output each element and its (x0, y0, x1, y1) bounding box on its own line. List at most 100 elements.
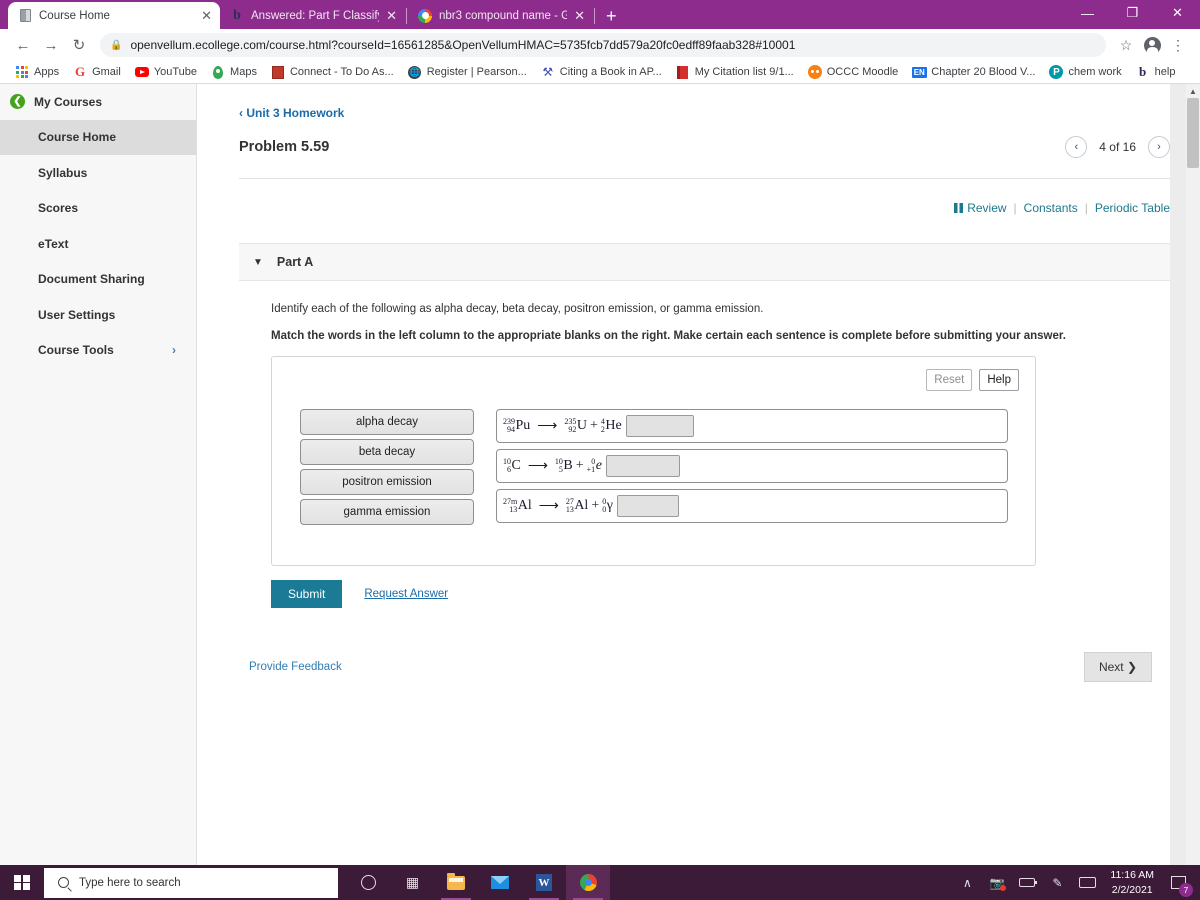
bookmark-chem-work[interactable]: P chem work (1042, 65, 1128, 79)
windows-logo-icon (14, 874, 30, 891)
bookmark-label: YouTube (153, 66, 198, 78)
help-button[interactable]: Help (979, 369, 1019, 392)
bookmark-chapter-20[interactable]: EN Chapter 20 Blood V... (905, 65, 1042, 79)
address-bar-url: openvellum.ecollege.com/course.html?cour… (130, 38, 796, 52)
isotope-numbers: 00 (602, 497, 607, 514)
draggable-word-positron-emission[interactable]: positron emission (300, 469, 474, 495)
close-window-icon[interactable]: ✕ (1155, 0, 1200, 26)
draggable-word-list: alpha decay beta decay positron emission… (300, 409, 474, 525)
show-hidden-icons-button[interactable]: ∧ (952, 865, 982, 900)
keyboard-icon[interactable] (1072, 865, 1102, 900)
bookmark-citation-list[interactable]: My Citation list 9/1... (669, 65, 801, 79)
sidebar-item-label: My Courses (34, 94, 103, 109)
bookmark-star-icon[interactable]: ☆ (1114, 33, 1138, 57)
next-problem-button[interactable]: › (1148, 136, 1170, 158)
bookmark-connect[interactable]: Connect - To Do As... (264, 65, 401, 79)
bookmark-pearson-register[interactable]: 🌐 Register | Pearson... (401, 65, 534, 79)
submit-button[interactable]: Submit (271, 580, 343, 608)
battery-icon[interactable] (1012, 865, 1042, 900)
scrollbar-thumb[interactable] (1187, 98, 1199, 168)
page-right-gutter (1170, 84, 1186, 865)
isotope-numbers: 10 5 (554, 457, 563, 474)
footer-row: Provide Feedback Next ❯ (249, 652, 1152, 682)
mail-button[interactable] (478, 865, 522, 900)
notifications-button[interactable]: 7 (1162, 865, 1194, 900)
sidebar-item-scores[interactable]: Scores (0, 191, 196, 227)
sidebar-item-syllabus[interactable]: Syllabus (0, 155, 196, 191)
sidebar-item-course-tools[interactable]: Course Tools › (0, 333, 196, 369)
bookmark-citing-apa[interactable]: ⚒ Citing a Book in AP... (534, 65, 669, 79)
new-tab-button[interactable]: + (596, 7, 627, 29)
next-button[interactable]: Next ❯ (1083, 652, 1152, 682)
browser-tab-google-search[interactable]: nbr3 compound name - Google S ✕ (408, 2, 593, 29)
plus-sign: + (591, 498, 600, 513)
reaction-arrow: ⟶ (527, 458, 548, 474)
chevron-down-icon[interactable]: ▼ (253, 257, 263, 268)
gmail-icon: G (75, 64, 86, 79)
bartleby-b-icon: b (233, 7, 241, 23)
maximize-icon[interactable]: ❐ (1110, 0, 1155, 26)
task-view-button[interactable]: ▦ (390, 865, 434, 900)
close-icon[interactable]: ✕ (201, 9, 212, 22)
periodic-table-link[interactable]: Periodic Table (1095, 201, 1170, 215)
reset-button[interactable]: Reset (926, 369, 973, 392)
start-button[interactable] (0, 865, 44, 900)
request-answer-link[interactable]: Request Answer (364, 588, 448, 600)
file-explorer-button[interactable] (434, 865, 478, 900)
profile-avatar-icon[interactable] (1140, 33, 1164, 57)
answer-dropzone-3[interactable] (616, 495, 679, 517)
taskbar-clock[interactable]: 11:16 AM 2/2/2021 (1102, 868, 1162, 896)
pen-icon[interactable]: ✎ (1042, 865, 1072, 900)
bookmark-gmail[interactable]: G Gmail (66, 64, 128, 79)
sidebar-item-document-sharing[interactable]: Document Sharing (0, 262, 196, 298)
chevron-right-icon: › (172, 343, 176, 358)
browser-tab-bartleby[interactable]: b Answered: Part F Classify each of ✕ (220, 2, 405, 29)
sidebar-item-user-settings[interactable]: User Settings (0, 297, 196, 333)
bookmark-help[interactable]: b help (1129, 64, 1183, 79)
nuclear-equation-2: 10 6 C ⟶ 10 5 B + 0 +1 e (503, 457, 602, 474)
isotope-numbers: 235 92 (564, 417, 577, 434)
minimize-icon[interactable]: — (1065, 0, 1110, 26)
browser-tab-course-home[interactable]: Course Home ✕ (8, 2, 220, 29)
sidebar-item-label: Document Sharing (38, 272, 145, 287)
page-title: Problem 5.59 (239, 139, 330, 155)
answer-dropzone-2[interactable] (605, 455, 680, 477)
draggable-word-alpha-decay[interactable]: alpha decay (300, 409, 474, 435)
isotope-numbers: 239 94 (503, 417, 515, 434)
draggable-word-gamma-emission[interactable]: gamma emission (300, 499, 474, 525)
chrome-menu-icon[interactable]: ⋮ (1166, 33, 1190, 57)
draggable-word-beta-decay[interactable]: beta decay (300, 439, 474, 465)
bookmark-label: chem work (1068, 66, 1122, 78)
sidebar-item-my-courses[interactable]: ❮ My Courses (0, 84, 196, 120)
close-icon[interactable]: ✕ (386, 9, 397, 22)
bookmark-youtube[interactable]: YouTube (128, 65, 204, 79)
camera-icon[interactable]: 📷 (982, 865, 1012, 900)
word-button[interactable]: W (522, 865, 566, 900)
address-bar[interactable]: 🔒 openvellum.ecollege.com/course.html?co… (100, 33, 1106, 57)
taskbar-search[interactable]: Type here to search (44, 867, 338, 898)
bookmark-maps[interactable]: Maps (204, 65, 264, 79)
provide-feedback-link[interactable]: Provide Feedback (249, 661, 342, 673)
chrome-button[interactable] (566, 865, 610, 900)
answer-dropzone-1[interactable] (625, 415, 694, 437)
sidebar-item-course-home[interactable]: Course Home (0, 119, 196, 155)
mail-icon (491, 876, 509, 889)
forward-icon[interactable]: → (38, 32, 64, 58)
close-icon[interactable]: ✕ (574, 9, 585, 22)
part-a-header[interactable]: ▼ Part A (239, 243, 1170, 281)
isotope-numbers: 42 (600, 417, 605, 434)
reload-icon[interactable]: ↻ (66, 32, 92, 58)
breadcrumb[interactable]: ‹ Unit 3 Homework (239, 84, 344, 120)
bookmark-apps[interactable]: Apps (8, 65, 66, 79)
cortana-button[interactable] (346, 865, 390, 900)
scroll-up-icon[interactable]: ▲ (1186, 84, 1200, 98)
mcgraw-connect-icon (271, 65, 285, 79)
bookmark-occc-moodle[interactable]: OCCC Moodle (801, 65, 906, 79)
review-link[interactable]: Review (954, 201, 1007, 215)
constants-link[interactable]: Constants (1024, 201, 1078, 215)
prev-problem-button[interactable]: ‹ (1065, 136, 1088, 158)
page-scrollbar[interactable]: ▲ (1186, 84, 1200, 865)
nuclear-equation-3: 27m 13 Al ⟶ 27 13 Al + 00γ (503, 497, 613, 514)
back-icon[interactable]: ← (10, 32, 36, 58)
sidebar-item-etext[interactable]: eText (0, 226, 196, 262)
